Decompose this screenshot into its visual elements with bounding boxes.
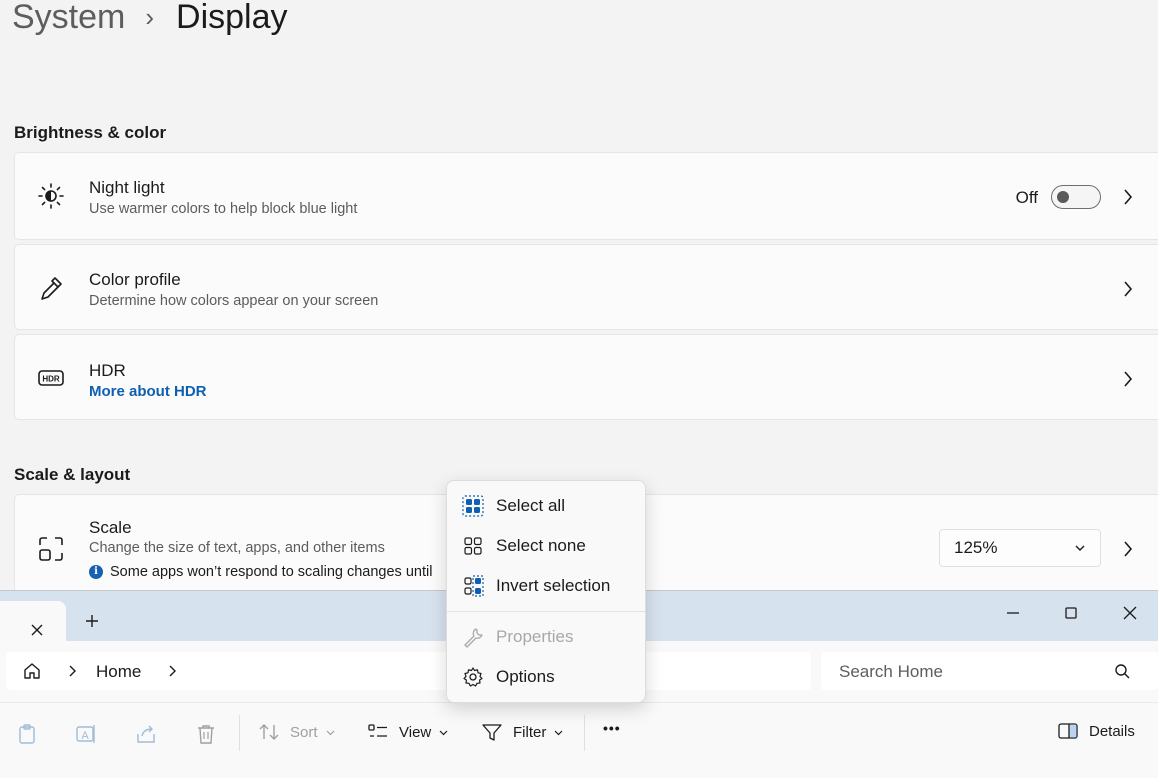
chevron-down-icon: [439, 730, 448, 735]
scale-title: Scale: [89, 518, 132, 537]
color-profile-card[interactable]: Color profile Determine how colors appea…: [14, 244, 1158, 330]
breadcrumb: System › Display: [12, 0, 288, 40]
chevron-right-icon[interactable]: [1121, 187, 1135, 207]
select-all-icon: [462, 495, 484, 517]
view-label: View: [399, 723, 432, 741]
svg-text:HDR: HDR: [42, 375, 60, 384]
chevron-right-icon[interactable]: [166, 664, 178, 678]
chevron-right-icon[interactable]: [1121, 369, 1135, 389]
chevron-down-icon: [554, 730, 563, 735]
brightness-icon: [37, 182, 65, 210]
night-light-state: Off: [1015, 188, 1038, 207]
menu-item-select-none[interactable]: Select none: [447, 527, 645, 565]
scale-info: i Some apps won’t respond to scaling cha…: [89, 564, 432, 580]
scale-dropdown[interactable]: 125%: [939, 529, 1101, 567]
menu-item-label: Select all: [496, 496, 565, 515]
new-tab-icon[interactable]: [84, 613, 100, 629]
see-more-button[interactable]: •••: [603, 720, 621, 736]
maximize-icon[interactable]: [1059, 601, 1083, 625]
filter-label: Filter: [513, 723, 547, 741]
share-icon[interactable]: [135, 723, 157, 745]
menu-item-properties[interactable]: Properties: [447, 618, 645, 656]
toolbar-divider: [584, 715, 585, 751]
sort-icon: [259, 724, 279, 740]
breadcrumb-system[interactable]: System: [12, 0, 125, 37]
view-button[interactable]: View: [367, 722, 458, 742]
color-profile-title: Color profile: [89, 270, 181, 289]
eyedropper-icon: [37, 274, 65, 302]
hdr-icon: HDR: [37, 364, 65, 392]
minimize-icon[interactable]: [1001, 601, 1025, 625]
details-button[interactable]: Details: [1057, 722, 1135, 740]
command-bar: A Sort View Filter ••• Details: [0, 702, 1158, 762]
search-box[interactable]: Search Home: [821, 652, 1158, 690]
explorer-tab[interactable]: [0, 601, 66, 642]
svg-text:A: A: [81, 730, 89, 742]
info-icon: i: [89, 565, 103, 579]
scale-description: Change the size of text, apps, and other…: [89, 540, 385, 556]
scale-info-text: Some apps won’t respond to scaling chang…: [110, 564, 433, 580]
section-scale-layout: Scale & layout: [14, 465, 131, 484]
filter-button[interactable]: Filter: [481, 722, 573, 742]
menu-item-select-all[interactable]: Select all: [447, 487, 645, 525]
page-title: Display: [176, 0, 288, 36]
menu-divider: [447, 611, 645, 612]
home-icon[interactable]: [22, 661, 42, 681]
menu-item-invert-selection[interactable]: Invert selection: [447, 567, 645, 605]
night-light-card[interactable]: Night light Use warmer colors to help bl…: [14, 152, 1158, 240]
rename-icon[interactable]: A: [75, 723, 97, 745]
menu-item-options[interactable]: Options: [447, 658, 645, 696]
gear-icon: [462, 666, 484, 688]
wrench-icon: [462, 626, 484, 648]
search-icon: [1115, 664, 1130, 679]
scale-icon: [37, 535, 65, 563]
search-placeholder: Search Home: [839, 662, 943, 681]
menu-item-label: Properties: [496, 627, 574, 646]
details-pane-icon: [1058, 723, 1078, 739]
night-light-toggle[interactable]: [1051, 185, 1101, 209]
address-bar[interactable]: Home: [6, 652, 811, 690]
chevron-down-icon: [326, 730, 334, 735]
close-tab-icon[interactable]: [30, 623, 44, 637]
menu-item-label: Invert selection: [496, 576, 611, 595]
select-context-menu: Select all Select none Invert selection …: [446, 480, 646, 703]
chevron-right-icon[interactable]: [66, 664, 78, 678]
paste-icon[interactable]: [16, 723, 38, 745]
hdr-card[interactable]: HDR HDR More about HDR: [14, 334, 1158, 420]
details-label: Details: [1089, 722, 1135, 740]
night-light-title: Night light: [89, 178, 165, 197]
chevron-right-icon[interactable]: [1121, 539, 1135, 559]
night-light-description: Use warmer colors to help block blue lig…: [89, 201, 358, 217]
hdr-title: HDR: [89, 361, 126, 380]
chevron-down-icon: [1075, 545, 1085, 551]
more-about-hdr-link[interactable]: More about HDR: [89, 383, 207, 400]
section-brightness-color: Brightness & color: [14, 123, 167, 142]
filter-icon: [482, 724, 502, 741]
view-icon: [368, 724, 387, 737]
scale-value: 125%: [954, 538, 998, 557]
more-icon: •••: [603, 720, 621, 736]
breadcrumb-chevron-icon: ›: [145, 1, 155, 32]
delete-icon[interactable]: [195, 723, 217, 745]
menu-item-label: Select none: [496, 536, 586, 555]
chevron-right-icon[interactable]: [1121, 279, 1135, 299]
sort-button[interactable]: Sort: [258, 722, 345, 742]
menu-item-label: Options: [496, 667, 555, 686]
invert-selection-icon: [462, 575, 484, 597]
sort-label: Sort: [290, 723, 318, 741]
color-profile-description: Determine how colors appear on your scre…: [89, 293, 379, 309]
toolbar-divider: [239, 715, 240, 751]
toggle-knob: [1057, 191, 1069, 203]
close-window-icon[interactable]: [1118, 601, 1142, 625]
select-none-icon: [462, 535, 484, 557]
address-home[interactable]: Home: [96, 662, 141, 682]
